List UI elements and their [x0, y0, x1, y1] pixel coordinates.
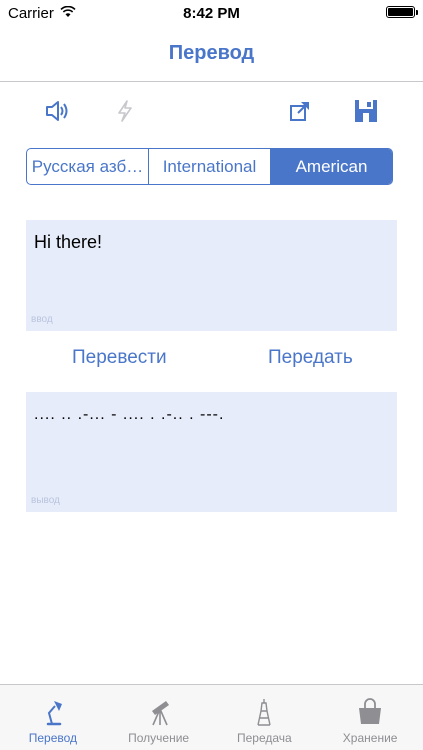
tab-receive[interactable]: Получение: [106, 685, 212, 750]
input-text: Hi there!: [34, 232, 103, 252]
save-icon[interactable]: [351, 96, 381, 126]
segment-russian[interactable]: Русская азб…: [27, 149, 149, 184]
input-hint: ввод: [31, 314, 53, 325]
tab-bar: Перевод Получение Передача Хранение: [0, 684, 423, 750]
output-hint: вывод: [31, 495, 60, 506]
output-text: .... .. .-... - .... . .-.. . ---.: [34, 406, 225, 423]
telescope-icon: [144, 697, 174, 727]
output-text-area[interactable]: .... .. .-... - .... . .-.. . ---. вывод: [26, 392, 397, 512]
input-text-area[interactable]: Hi there! ввод: [26, 220, 397, 331]
status-time: 8:42 PM: [183, 5, 240, 22]
app-screen: Carrier 8:42 PM Перевод Русская азб… Int…: [0, 0, 423, 750]
segment-american[interactable]: American: [271, 149, 392, 184]
tab-receive-label: Получение: [128, 731, 190, 745]
tab-storage-label: Хранение: [342, 731, 398, 745]
translate-button[interactable]: Перевести: [72, 347, 167, 369]
battery-icon: [386, 6, 418, 18]
speaker-icon[interactable]: [42, 96, 72, 126]
tab-translate[interactable]: Перевод: [0, 685, 106, 750]
tab-storage[interactable]: Хранение: [317, 685, 423, 750]
tower-icon: [249, 697, 279, 727]
tab-translate-label: Перевод: [28, 731, 78, 745]
page-title: Перевод: [168, 42, 255, 64]
bag-icon: [355, 697, 385, 727]
share-icon[interactable]: [285, 96, 315, 126]
segment-international[interactable]: International: [149, 149, 271, 184]
status-bar: Carrier 8:42 PM: [0, 0, 423, 28]
lamp-icon: [38, 697, 68, 727]
tab-transmit[interactable]: Передача: [212, 685, 318, 750]
nav-bar: Перевод: [0, 28, 423, 82]
flash-icon[interactable]: [110, 96, 140, 126]
tab-transmit-label: Передача: [237, 731, 292, 745]
transmit-button[interactable]: Передать: [268, 347, 353, 369]
alphabet-segmented-control: Русская азб… International American: [26, 148, 393, 185]
status-right: [386, 6, 418, 18]
